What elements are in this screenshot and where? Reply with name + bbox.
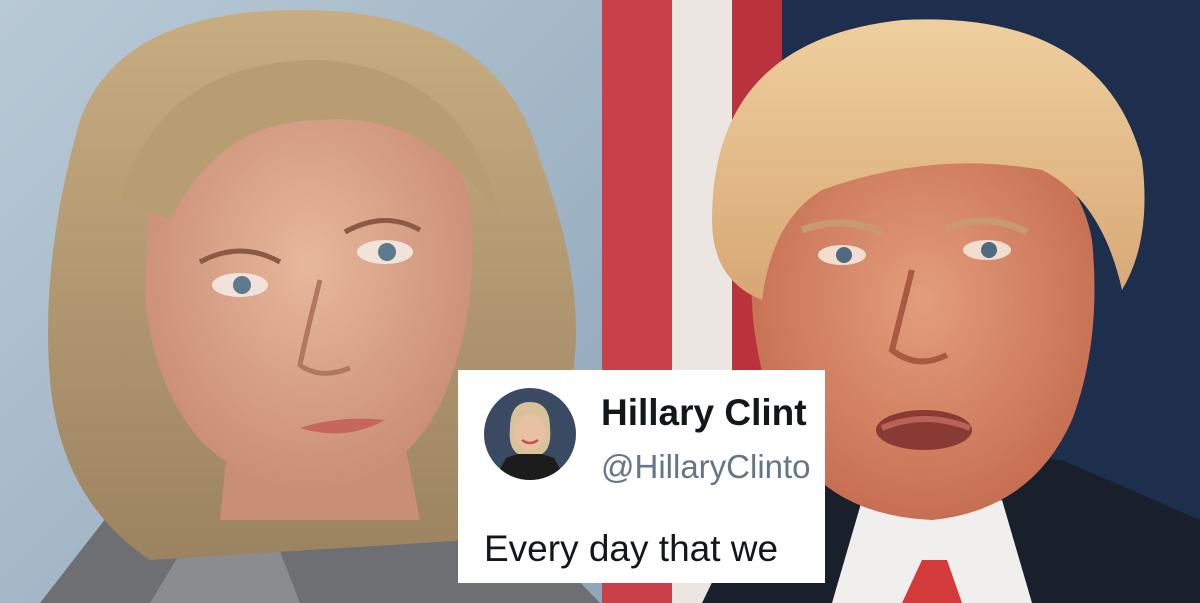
tweet-avatar[interactable] <box>484 388 576 480</box>
tweet-card[interactable]: Hillary Clint @HillaryClinto Every day t… <box>458 370 825 583</box>
tweet-text: Every day that we <box>484 528 779 569</box>
avatar-image <box>484 388 576 480</box>
tweet-author-name[interactable]: Hillary Clint <box>601 392 807 434</box>
tweet-author-handle[interactable]: @HillaryClinto <box>601 448 811 486</box>
